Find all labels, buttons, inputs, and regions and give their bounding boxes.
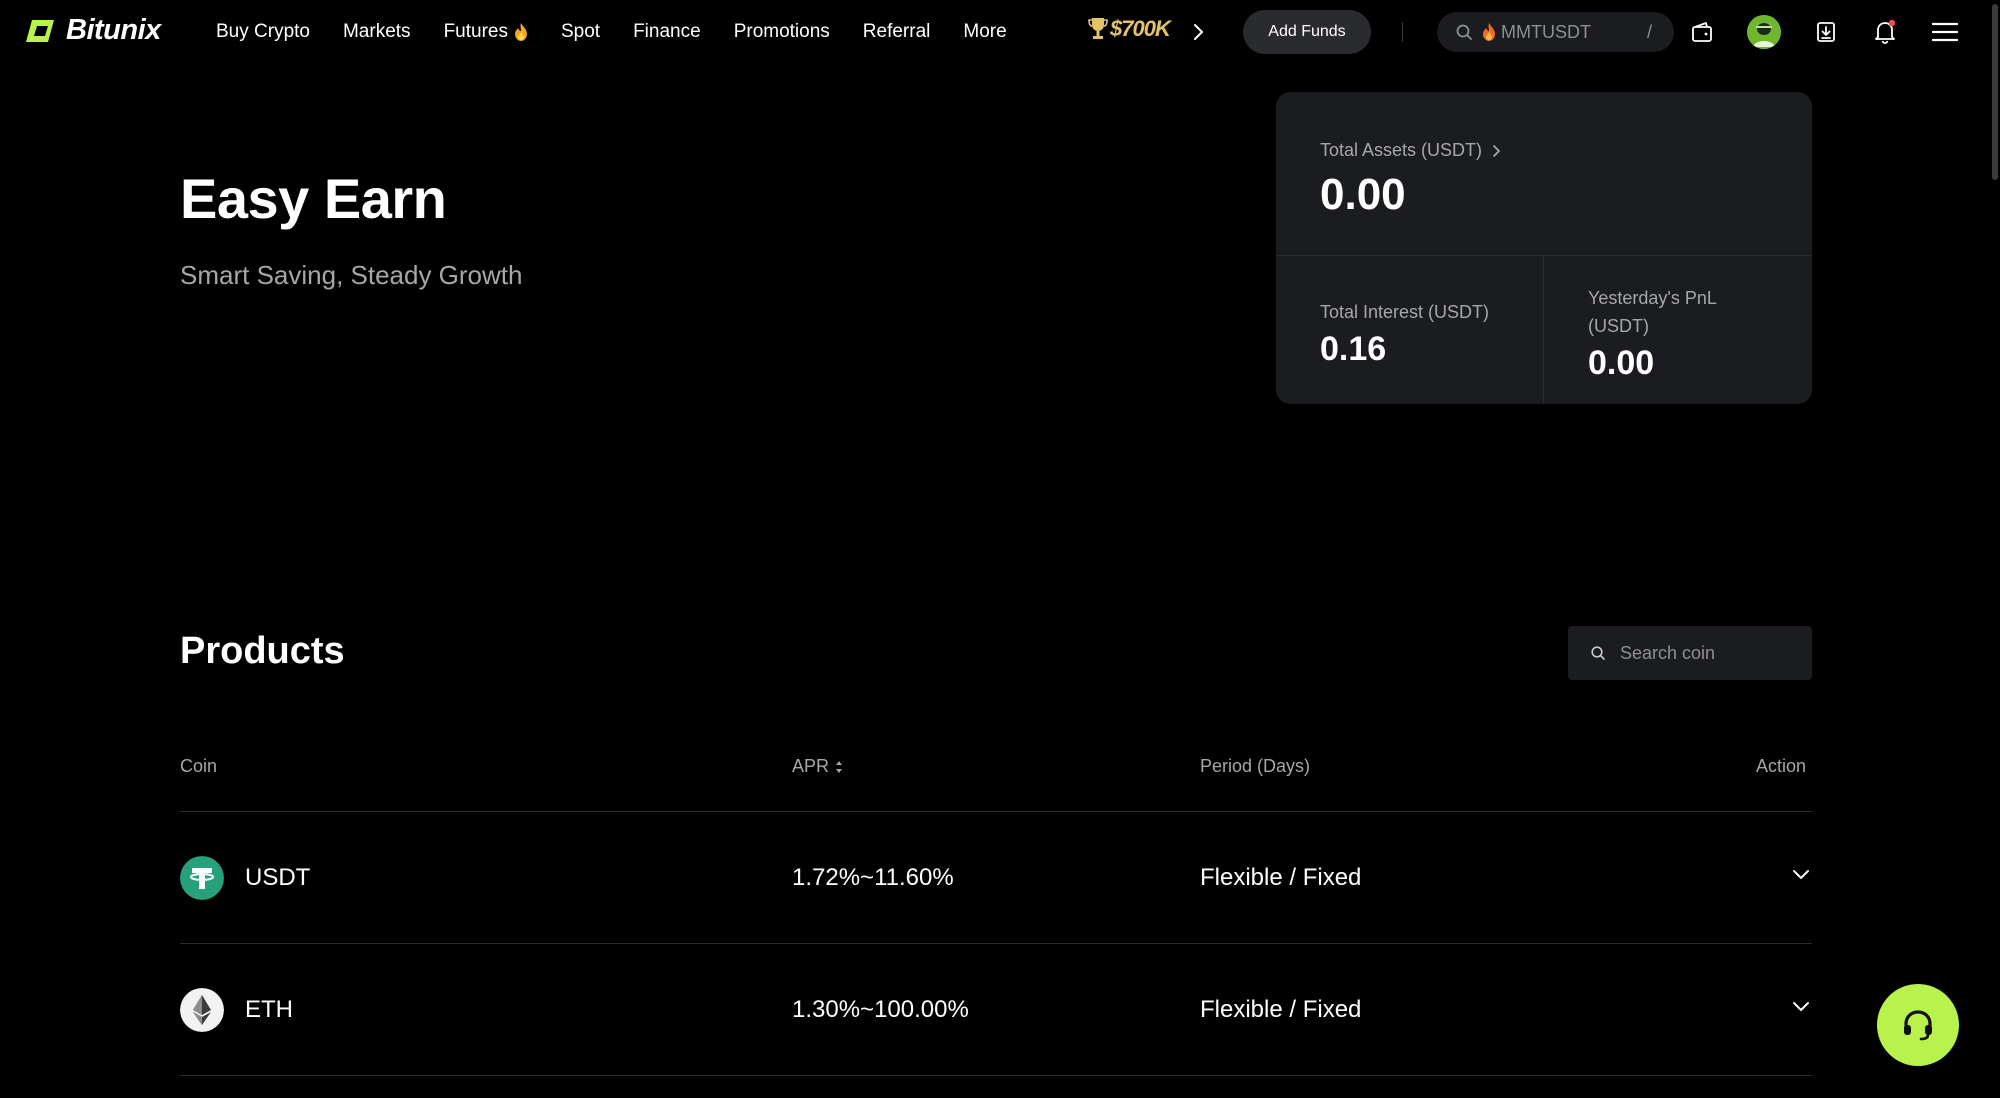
top-nav: Bitunix Buy Crypto Markets Futures Spot … — [0, 0, 2000, 64]
nav-link-label: Promotions — [733, 21, 830, 42]
total-assets-label: Total Assets (USDT) — [1320, 140, 1483, 160]
total-assets-link[interactable]: Total Assets (USDT) — [1320, 140, 1502, 161]
period-value: Flexible / Fixed — [1200, 996, 1362, 1023]
total-interest-section: Total Interest (USDT) 0.16 — [1276, 256, 1544, 404]
nav-link-label: Futures — [443, 21, 508, 42]
search-icon — [1456, 24, 1472, 40]
download-icon[interactable] — [1810, 16, 1842, 48]
scrollbar-thumb[interactable] — [1992, 4, 1998, 180]
column-header-apr-label: APR — [792, 756, 830, 776]
page-subtitle: Smart Saving, Steady Growth — [180, 260, 523, 290]
column-header-coin: Coin — [180, 756, 218, 776]
total-assets-section: Total Assets (USDT) 0.00 — [1276, 92, 1812, 256]
assets-summary-card: Total Assets (USDT) 0.00 Total Interest … — [1276, 92, 1812, 404]
page-title: Easy Earn — [180, 167, 447, 230]
nav-link-finance[interactable]: Finance — [633, 21, 701, 43]
bitunix-logo[interactable]: Bitunix — [26, 14, 161, 47]
nav-link-buy-crypto[interactable]: Buy Crypto — [216, 21, 310, 43]
nav-search-input[interactable]: MMTUSDT / — [1437, 12, 1674, 52]
usdt-icon — [180, 856, 224, 900]
nav-link-label: Markets — [342, 21, 411, 42]
products-title: Products — [180, 630, 345, 672]
coin-search-field[interactable] — [1568, 626, 1812, 680]
chevron-down-icon[interactable] — [1790, 864, 1812, 886]
avatar-icon — [1747, 15, 1781, 49]
yesterday-pnl-section: Yesterday's PnL (USDT) 0.00 — [1544, 256, 1812, 404]
wallet-icon[interactable] — [1686, 16, 1718, 48]
bitunix-logo-icon — [26, 19, 54, 42]
period-value: Flexible / Fixed — [1200, 864, 1362, 891]
coin-name: USDT — [245, 864, 311, 891]
sort-icon — [836, 760, 843, 773]
headset-icon — [1904, 1010, 1932, 1041]
column-header-action: Action — [1756, 756, 1807, 776]
page-scrollbar[interactable] — [1990, 0, 2000, 1098]
yesterday-pnl-label-line2: (USDT) — [1588, 316, 1649, 336]
fire-icon — [1483, 23, 1495, 41]
nav-link-promotions[interactable]: Promotions — [734, 21, 830, 43]
nav-link-markets[interactable]: Markets — [343, 21, 411, 43]
chevron-right-icon — [1493, 144, 1500, 157]
promo-amount: $700K — [1110, 16, 1171, 41]
nav-link-spot[interactable]: Spot — [561, 21, 600, 43]
column-header-apr[interactable]: APR — [792, 756, 843, 777]
total-interest-label: Total Interest (USDT) — [1320, 302, 1490, 322]
yesterday-pnl-label-line1: Yesterday's PnL — [1588, 288, 1717, 308]
user-avatar[interactable] — [1747, 15, 1781, 49]
eth-icon — [180, 988, 224, 1032]
nav-link-label: More — [963, 21, 1007, 42]
chevron-right-icon[interactable] — [1190, 20, 1206, 44]
promo-banner[interactable]: $700K — [1088, 16, 1171, 42]
yesterday-pnl-value: 0.00 — [1588, 344, 1655, 382]
nav-link-label: Finance — [633, 21, 701, 42]
hamburger-menu-icon[interactable] — [1929, 16, 1961, 48]
search-shortcut-hint: / — [1646, 21, 1652, 42]
nav-divider — [1402, 22, 1403, 42]
apr-value: 1.30%~100.00% — [792, 996, 969, 1023]
trophy-icon — [1088, 18, 1108, 39]
notification-bell-icon[interactable] — [1869, 16, 1901, 48]
total-assets-value: 0.00 — [1320, 170, 1406, 219]
coin-name: ETH — [245, 996, 293, 1023]
table-row[interactable]: USDT 1.72%~11.60% Flexible / Fixed — [180, 812, 1812, 944]
chevron-down-icon[interactable] — [1790, 996, 1812, 1018]
nav-link-label: Referral — [862, 21, 931, 42]
customer-support-button[interactable] — [1877, 984, 1959, 1066]
column-header-period: Period (Days) — [1200, 756, 1311, 776]
nav-links: Buy Crypto Markets Futures Spot Finance … — [216, 0, 1040, 64]
table-row[interactable]: ETH 1.30%~100.00% Flexible / Fixed — [180, 944, 1812, 1076]
nav-link-label: Buy Crypto — [216, 21, 310, 42]
nav-link-more[interactable]: More — [963, 21, 1006, 43]
search-icon — [1591, 646, 1605, 660]
yesterday-pnl-label: Yesterday's PnL (USDT) — [1588, 284, 1717, 340]
nav-link-futures[interactable]: Futures — [444, 21, 528, 43]
nav-link-referral[interactable]: Referral — [863, 21, 931, 43]
logo-text: Bitunix — [66, 14, 161, 46]
coin-search-input[interactable] — [1620, 642, 1800, 664]
add-funds-button[interactable]: Add Funds — [1243, 10, 1371, 54]
total-interest-value: 0.16 — [1320, 330, 1387, 368]
fire-icon — [514, 23, 527, 41]
nav-link-label: Spot — [560, 21, 601, 42]
nav-search-placeholder: MMTUSDT — [1501, 21, 1591, 42]
apr-value: 1.72%~11.60% — [792, 864, 954, 891]
